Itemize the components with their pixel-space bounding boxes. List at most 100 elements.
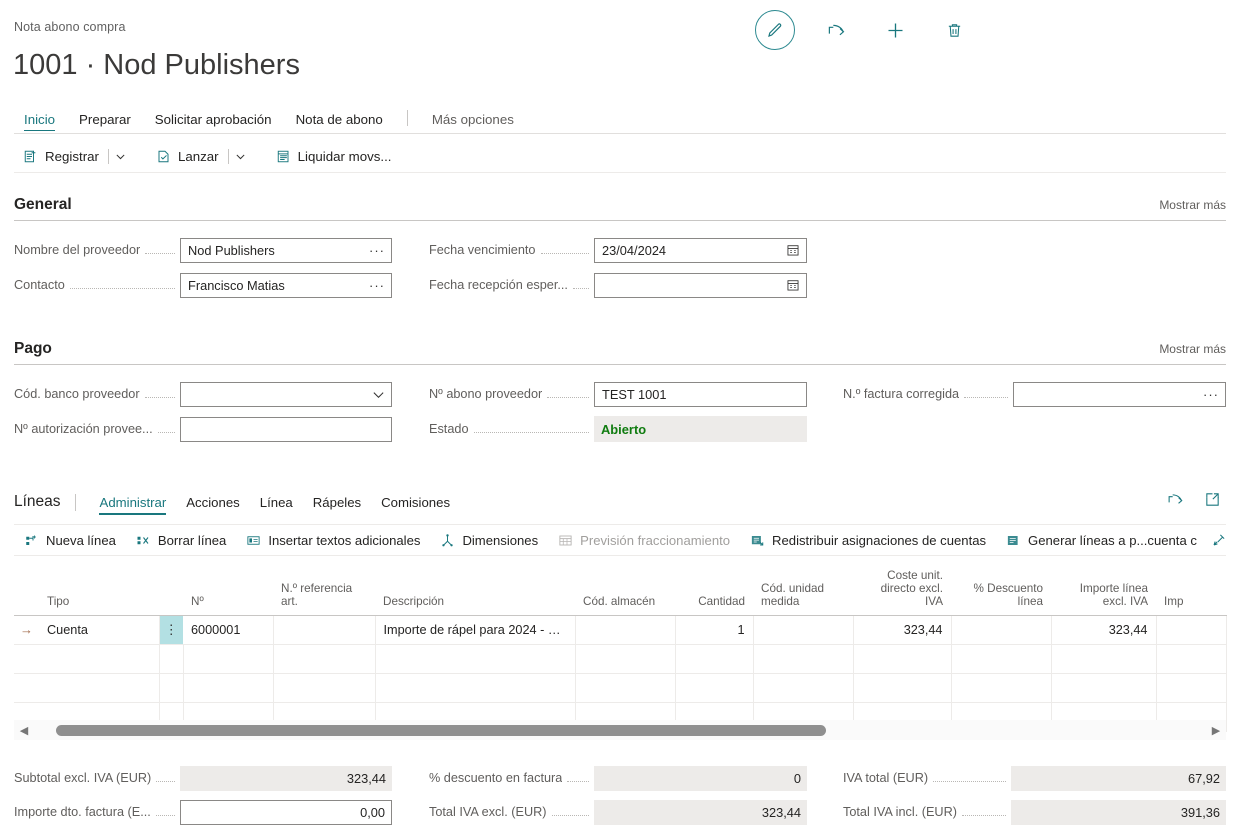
cell-ref-art[interactable] <box>273 615 376 645</box>
cell-cantidad[interactable] <box>675 644 754 674</box>
tab-nota-de-abono[interactable]: Nota de abono <box>284 112 395 133</box>
th-coste-unit-directo[interactable]: Coste unit. directo excl. IVA <box>853 563 951 616</box>
th-imp[interactable]: Imp <box>1156 563 1226 616</box>
due-date-input[interactable]: 23/04/2024 <box>594 237 807 263</box>
vendor-name-input[interactable]: Nod Publishers ··· <box>180 237 392 263</box>
th-tipo[interactable]: Tipo <box>39 563 159 616</box>
cell-descripcion[interactable] <box>375 673 576 703</box>
cell-descuento[interactable] <box>951 615 1052 645</box>
dimensiones-button[interactable]: Dimensiones <box>430 527 548 554</box>
lines-tab-acciones[interactable]: Acciones <box>176 495 250 510</box>
pago-show-more-link[interactable]: Mostrar más <box>1159 342 1226 356</box>
lines-tab-linea[interactable]: Línea <box>250 495 303 510</box>
cell-almacen[interactable] <box>575 615 676 645</box>
pin-button[interactable] <box>1207 527 1230 554</box>
general-show-more-link[interactable]: Mostrar más <box>1159 198 1226 212</box>
cell-almacen[interactable] <box>575 673 676 703</box>
lines-tab-comisiones[interactable]: Comisiones <box>371 495 460 510</box>
scroll-right-arrow-icon[interactable]: ▶ <box>1206 724 1226 737</box>
cell-numero[interactable] <box>183 673 274 703</box>
insertar-textos-button[interactable]: Insertar textos adicionales <box>236 527 430 554</box>
cell-almacen[interactable] <box>575 644 676 674</box>
cell-coste-unit[interactable] <box>853 673 952 703</box>
row-menu[interactable] <box>159 644 184 674</box>
lines-tab-administrar[interactable]: Administrar <box>90 495 177 515</box>
cell-unidad[interactable] <box>753 673 854 703</box>
nueva-linea-button[interactable]: Nueva línea <box>14 527 126 554</box>
lines-horizontal-scrollbar[interactable]: ◀ ▶ <box>14 720 1226 740</box>
registrar-button[interactable]: Registrar <box>14 142 108 170</box>
invoice-disc-amount-input[interactable]: 0,00 <box>180 799 392 825</box>
scrollbar-thumb[interactable] <box>56 724 826 736</box>
th-cod-almacen[interactable]: Cód. almacén <box>575 563 675 616</box>
auth-no-input[interactable] <box>180 416 392 442</box>
chevron-down-icon[interactable] <box>372 388 385 401</box>
share-icon[interactable] <box>818 12 854 48</box>
tab-inicio[interactable]: Inicio <box>14 112 67 133</box>
bank-code-select[interactable] <box>180 381 392 407</box>
cell-imp[interactable] <box>1156 615 1227 645</box>
cell-descuento[interactable] <box>951 673 1052 703</box>
th-numero[interactable]: Nº <box>183 563 273 616</box>
cell-imp[interactable] <box>1156 644 1227 674</box>
redistribuir-asignaciones-button[interactable]: Redistribuir asignaciones de cuentas <box>740 527 996 554</box>
row-menu[interactable] <box>159 673 184 703</box>
table-row[interactable] <box>14 673 1227 703</box>
lookup-ellipsis-icon[interactable]: ··· <box>369 243 385 258</box>
receipt-date-input[interactable] <box>594 272 807 298</box>
scroll-left-arrow-icon[interactable]: ◀ <box>14 724 34 737</box>
open-in-excel-icon[interactable] <box>1204 491 1221 513</box>
lines-tab-rapeles[interactable]: Rápeles <box>303 495 371 510</box>
cell-unidad[interactable] <box>753 615 854 645</box>
cell-importe-linea[interactable]: 323,44 <box>1051 615 1157 645</box>
cell-descripcion[interactable] <box>375 644 576 674</box>
th-importe-linea[interactable]: Importe línea excl. IVA <box>1051 563 1156 616</box>
th-cantidad[interactable]: Cantidad <box>675 563 753 616</box>
cell-numero[interactable] <box>183 644 274 674</box>
share-lines-icon[interactable] <box>1167 491 1184 513</box>
contact-input[interactable]: Francisco Matias ··· <box>180 272 392 298</box>
calendar-icon[interactable] <box>786 278 800 292</box>
row-menu-icon[interactable]: ⋮ <box>159 615 183 645</box>
th-descripcion[interactable]: Descripción <box>375 563 575 616</box>
cell-ref-art[interactable] <box>273 644 376 674</box>
plus-icon[interactable] <box>877 12 913 48</box>
cell-cantidad[interactable] <box>675 673 754 703</box>
cell-tipo[interactable] <box>39 644 160 674</box>
registrar-chevron-down-icon[interactable] <box>109 143 133 169</box>
cell-ref-art[interactable] <box>273 673 376 703</box>
vendor-credit-memo-input[interactable]: TEST 1001 <box>594 381 807 407</box>
lanzar-chevron-down-icon[interactable] <box>229 143 253 169</box>
cell-numero[interactable]: 6000001 <box>183 615 274 645</box>
scrollbar-track[interactable] <box>34 724 1206 736</box>
cell-imp[interactable] <box>1156 673 1227 703</box>
lanzar-button[interactable]: Lanzar <box>147 142 228 170</box>
tab-solicitar-aprobacion[interactable]: Solicitar aprobación <box>143 112 284 133</box>
borrar-linea-button[interactable]: Borrar línea <box>126 527 236 554</box>
lookup-ellipsis-icon[interactable]: ··· <box>1203 387 1219 402</box>
cell-cantidad[interactable]: 1 <box>675 615 754 645</box>
generar-lineas-button[interactable]: Generar líneas a p...cuenta c <box>996 527 1207 554</box>
cell-descripcion[interactable]: Importe de rápel para 2024 - SIL... <box>375 615 576 645</box>
cell-coste-unit[interactable] <box>853 644 952 674</box>
calendar-icon[interactable] <box>786 243 800 257</box>
th-referencia-art[interactable]: N.º referencia art. <box>273 563 375 616</box>
cell-unidad[interactable] <box>753 644 854 674</box>
tab-mas-opciones[interactable]: Más opciones <box>420 112 526 133</box>
tab-preparar[interactable]: Preparar <box>67 112 143 133</box>
liquidar-movs-button[interactable]: Liquidar movs... <box>267 142 401 170</box>
table-row[interactable]: → Cuenta ⋮ 6000001 Importe de rápel para… <box>14 615 1227 645</box>
table-row[interactable] <box>14 644 1227 674</box>
cell-descuento[interactable] <box>951 644 1052 674</box>
lookup-ellipsis-icon[interactable]: ··· <box>369 278 385 293</box>
trash-icon[interactable] <box>936 12 972 48</box>
edit-icon[interactable] <box>755 10 795 50</box>
cell-importe-linea[interactable] <box>1051 644 1157 674</box>
cell-tipo[interactable]: Cuenta <box>39 615 160 645</box>
cell-coste-unit[interactable]: 323,44 <box>853 615 952 645</box>
th-cod-unidad-medida[interactable]: Cód. unidad medida <box>753 563 853 616</box>
th-descuento-linea[interactable]: % Descuento línea <box>951 563 1051 616</box>
cell-tipo[interactable] <box>39 673 160 703</box>
corrected-invoice-input[interactable]: ··· <box>1013 381 1226 407</box>
cell-importe-linea[interactable] <box>1051 673 1157 703</box>
